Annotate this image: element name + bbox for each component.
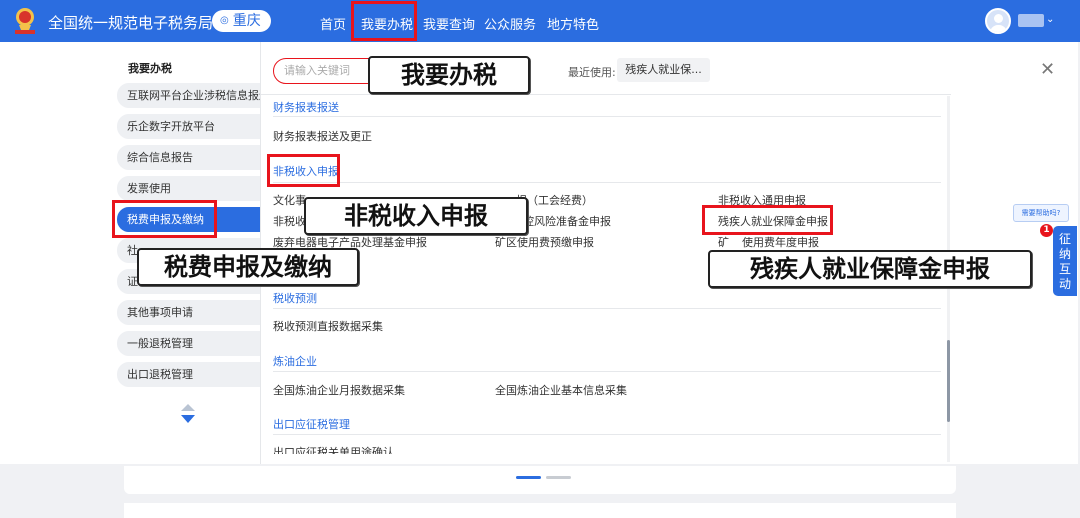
link-caiwu-baobiao[interactable]: 财务报表报送及更正 — [273, 128, 372, 144]
link-kuangqu-yujiao[interactable]: 矿区使用费预缴申报 — [495, 234, 594, 250]
category-lianyou: 炼油企业 — [273, 355, 317, 368]
link-kuang[interactable]: 矿 — [718, 234, 729, 250]
sidebar-item-other[interactable]: 其他事项申请 — [117, 300, 260, 325]
bottom-strip — [124, 503, 956, 518]
interaction-tab-char: 动 — [1058, 277, 1071, 291]
nav-difangtese[interactable]: 地方特色 — [547, 14, 599, 33]
notification-badge: 1 — [1040, 224, 1053, 237]
divider — [273, 371, 941, 372]
divider — [273, 434, 941, 435]
nav-woyaochaxun[interactable]: 我要查询 — [423, 14, 475, 33]
help-bubble[interactable]: 需要帮助吗? — [1013, 204, 1069, 222]
callout-shuifei: 税费申报及缴纳 — [137, 248, 359, 286]
link-chukou[interactable]: 出口应征税关单用途确认 — [273, 444, 394, 454]
sidebar-scroll-arrows-icon[interactable] — [180, 404, 196, 428]
tax-emblem-logo — [15, 8, 35, 34]
sidebar-item-invoice[interactable]: 发票使用 — [117, 176, 260, 201]
interaction-tab[interactable]: 征 纳 互 动 — [1053, 226, 1077, 296]
callout-feishui: 非税收入申报 — [304, 197, 528, 235]
link-kuangqu-niandu[interactable]: 使用费年度申报 — [742, 234, 819, 250]
close-icon[interactable]: ✕ — [1040, 60, 1055, 80]
callout-canji: 残疾人就业保障金申报 — [708, 250, 1032, 288]
user-avatar-icon[interactable] — [985, 8, 1011, 34]
sidebar-item-refund[interactable]: 一般退税管理 — [117, 331, 260, 356]
bottom-panel — [124, 466, 956, 494]
category-chukou: 出口应征税管理 — [273, 418, 350, 431]
highlight-canji-link — [702, 205, 833, 235]
highlight-feishui-category — [267, 154, 340, 187]
nav-highlight-box — [351, 1, 417, 41]
link-wenhua[interactable]: 文化事 — [273, 192, 306, 208]
link-feishui-2[interactable]: 非税收 — [273, 213, 306, 229]
link-lianyou-jiben[interactable]: 全国炼油企业基本信息采集 — [495, 382, 627, 398]
link-yuce[interactable]: 税收预测直报数据采集 — [273, 318, 383, 334]
chevron-down-icon[interactable]: ⌄ — [1046, 14, 1054, 25]
category-caiwu: 财务报表报送 — [273, 101, 339, 114]
user-name-masked[interactable] — [1018, 14, 1044, 27]
highlight-sidebar-item — [112, 200, 217, 238]
scrollbar-thumb[interactable] — [947, 340, 950, 422]
nav-gongzhongfuwu[interactable]: 公众服务 — [484, 14, 536, 33]
carousel-dot[interactable] — [546, 476, 571, 479]
interaction-tab-char: 征 — [1058, 232, 1071, 246]
divider — [273, 308, 941, 309]
callout-woyaobanshui: 我要办税 — [368, 56, 530, 94]
recent-item-chip[interactable]: 残疾人就业保... — [617, 58, 710, 82]
link-fengxian[interactable]: 控风险准备金申报 — [523, 213, 611, 229]
divider — [273, 182, 941, 183]
sidebar-title: 我要办税 — [128, 62, 172, 75]
carousel-dot-active[interactable] — [516, 476, 541, 479]
location-pin-icon: ◎ — [220, 15, 229, 26]
sidebar-item-export-refund[interactable]: 出口退税管理 — [117, 362, 260, 387]
nav-home[interactable]: 首页 — [320, 14, 346, 33]
divider — [261, 94, 951, 95]
sidebar-item-leqi[interactable]: 乐企数字开放平台 — [117, 114, 260, 139]
location-label: 重庆 — [232, 13, 261, 29]
interaction-tab-char: 互 — [1058, 262, 1071, 276]
top-navigation-bar: 全国统一规范电子税务局 ◎ 重庆 首页 我要办税 我要查询 公众服务 地方特色 … — [0, 0, 1080, 42]
recent-label: 最近使用: — [568, 66, 616, 79]
divider — [273, 116, 941, 117]
site-title: 全国统一规范电子税务局 — [48, 14, 214, 32]
category-yuce: 税收预测 — [273, 292, 317, 305]
sidebar-item-internet-platform[interactable]: 互联网平台企业涉税信息报送 — [117, 83, 260, 108]
sidebar-item-info-report[interactable]: 综合信息报告 — [117, 145, 260, 170]
interaction-tab-char: 纳 — [1058, 247, 1071, 261]
location-selector[interactable]: ◎ 重庆 — [212, 10, 271, 32]
link-lianyou-yuebao[interactable]: 全国炼油企业月报数据采集 — [273, 382, 405, 398]
